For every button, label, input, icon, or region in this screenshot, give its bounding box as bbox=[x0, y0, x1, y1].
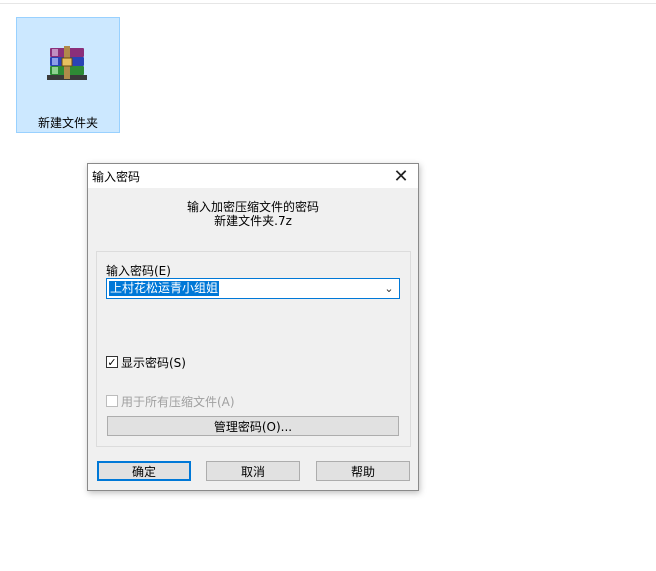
password-label: 输入密码(E) bbox=[106, 264, 171, 278]
ok-button[interactable]: 确定 bbox=[97, 461, 191, 481]
winrar-archive-icon bbox=[44, 44, 92, 84]
cancel-button[interactable]: 取消 bbox=[206, 461, 300, 481]
show-password-checkbox[interactable]: ✓ bbox=[106, 356, 118, 369]
show-password-label[interactable]: 显示密码(S) bbox=[121, 354, 186, 371]
password-value[interactable]: 上村花松运青小组姐 bbox=[109, 281, 220, 296]
manage-passwords-button[interactable]: 管理密码(O)... bbox=[107, 416, 399, 436]
top-border-line bbox=[0, 3, 656, 4]
help-button[interactable]: 帮助 bbox=[316, 461, 410, 481]
close-icon[interactable]: ✕ bbox=[384, 164, 418, 188]
use-for-all-row: 用于所有压缩文件(A) bbox=[106, 393, 235, 409]
desktop-folder-item[interactable]: 新建文件夹 bbox=[16, 17, 120, 133]
password-combobox[interactable]: 上村花松运青小组姐 ⌄ bbox=[106, 278, 400, 299]
show-password-row[interactable]: ✓ 显示密码(S) bbox=[106, 354, 186, 370]
dialog-header: 输入加密压缩文件的密码 新建文件夹.7z bbox=[88, 200, 418, 228]
archive-name: 新建文件夹.7z bbox=[214, 214, 292, 228]
dialog-titlebar: 输入密码 ✕ bbox=[88, 164, 418, 188]
use-for-all-checkbox bbox=[106, 395, 118, 407]
chevron-down-icon[interactable]: ⌄ bbox=[382, 280, 396, 297]
dialog-title: 输入密码 bbox=[92, 170, 141, 184]
header-line-1: 输入加密压缩文件的密码 bbox=[186, 200, 319, 214]
enter-password-dialog: 输入密码 ✕ 输入加密压缩文件的密码 新建文件夹.7z 输入密码(E) 上村花松… bbox=[87, 163, 419, 491]
use-for-all-label: 用于所有压缩文件(A) bbox=[121, 394, 235, 409]
folder-label: 新建文件夹 bbox=[37, 116, 98, 130]
